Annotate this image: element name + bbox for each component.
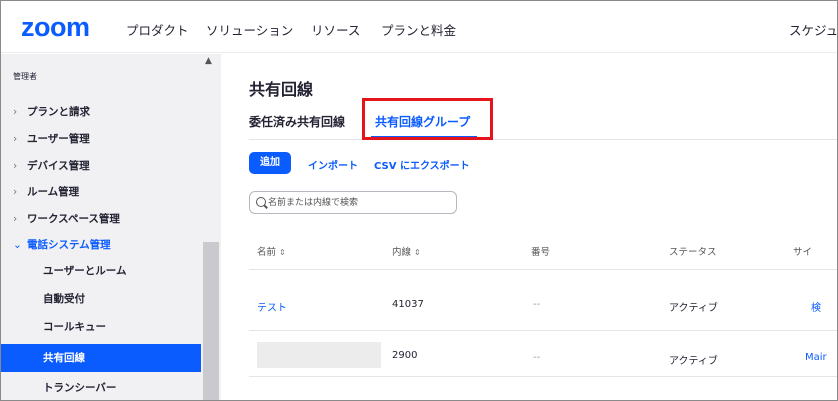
- redacted-name: [257, 342, 381, 368]
- nav-products[interactable]: プロダクト: [126, 20, 189, 39]
- sidebar-section-label: 管理者: [13, 72, 37, 81]
- row-site-link[interactable]: 検: [811, 299, 821, 314]
- import-button[interactable]: インポート: [308, 157, 358, 172]
- sort-icon[interactable]: ⇕: [414, 248, 421, 257]
- scrollbar-thumb[interactable]: [203, 242, 219, 400]
- page-title: 共有回線: [249, 80, 314, 99]
- app-window: zoom プロダクト ソリューション リソース プランと料金 スケジュ 管理者 …: [0, 0, 838, 401]
- row-extension: 41037: [392, 299, 424, 310]
- sidebar-item-workspace-management[interactable]: › ワークスペース管理: [13, 211, 120, 226]
- search-input[interactable]: [268, 195, 448, 210]
- column-header-site: サイ: [793, 247, 813, 258]
- column-header-extension[interactable]: 内線 ⇕: [392, 244, 421, 258]
- row-number: --: [533, 352, 541, 363]
- scroll-up-icon[interactable]: ▲: [205, 56, 212, 66]
- zoom-logo[interactable]: zoom: [21, 13, 90, 41]
- sidebar-subitem-users-rooms[interactable]: ユーザーとルーム: [1, 257, 201, 285]
- chevron-right-icon: ›: [13, 160, 18, 172]
- header-divider: [249, 269, 837, 270]
- sidebar-subitem-shared-lines[interactable]: 共有回線: [1, 344, 201, 372]
- column-header-name[interactable]: 名前 ⇕: [257, 244, 286, 258]
- column-header-status: ステータス: [669, 247, 717, 258]
- sidebar-subitem-call-queue[interactable]: コールキュー: [1, 313, 201, 341]
- chevron-right-icon: ›: [13, 186, 18, 198]
- sidebar-item-plans-billing[interactable]: › プランと請求: [13, 104, 90, 119]
- tab-delegated-shared-lines[interactable]: 委任済み共有回線: [249, 113, 345, 130]
- chevron-right-icon: ›: [13, 106, 18, 118]
- sidebar-item-room-management[interactable]: › ルーム管理: [13, 184, 79, 199]
- column-header-label: 内線: [392, 247, 412, 258]
- nav-resources[interactable]: リソース: [311, 20, 360, 39]
- row-divider: [249, 376, 837, 377]
- nav-solutions[interactable]: ソリューション: [206, 20, 293, 39]
- annotation-highlight-box: [362, 98, 493, 140]
- sidebar-item-user-management[interactable]: › ユーザー管理: [13, 131, 90, 146]
- sidebar-item-label: プランと請求: [27, 106, 90, 118]
- column-header-label: 名前: [257, 247, 277, 258]
- sidebar-item-phone-system-management[interactable]: ⌄ 電話システム管理: [13, 237, 111, 252]
- nav-plans-pricing[interactable]: プランと料金: [381, 20, 456, 39]
- row-site-link[interactable]: Mair: [805, 352, 827, 363]
- row-name-link[interactable]: テスト: [257, 299, 287, 314]
- sidebar-item-label: ワークスペース管理: [27, 213, 120, 225]
- main-content: 共有回線 委任済み共有回線 共有回線グループ 追加 インポート CSV にエクス…: [221, 54, 837, 400]
- sidebar-subitem-transceiver[interactable]: トランシーバー: [1, 374, 201, 400]
- sidebar-item-label: ルーム管理: [27, 186, 80, 198]
- sidebar-item-label: 電話システム管理: [27, 239, 111, 251]
- row-extension: 2900: [392, 350, 418, 361]
- add-button[interactable]: 追加: [249, 152, 291, 174]
- column-header-number: 番号: [531, 247, 551, 258]
- row-divider: [249, 330, 837, 331]
- search-box[interactable]: [249, 191, 457, 214]
- search-icon: [256, 197, 266, 207]
- tabs-divider: [249, 139, 837, 140]
- nav-schedule[interactable]: スケジュ: [789, 20, 837, 39]
- export-csv-button[interactable]: CSV にエクスポート: [374, 157, 470, 172]
- sidebar-item-label: デバイス管理: [27, 160, 90, 172]
- chevron-right-icon: ›: [13, 133, 18, 145]
- sidebar-item-label: ユーザー管理: [27, 133, 90, 145]
- sidebar-item-device-management[interactable]: › デバイス管理: [13, 158, 90, 173]
- row-number: --: [533, 299, 541, 310]
- sort-icon[interactable]: ⇕: [279, 248, 286, 257]
- chevron-down-icon: ⌄: [13, 239, 22, 251]
- sidebar: 管理者 › プランと請求 › ユーザー管理 › デバイス管理 › ルーム管理 › ワークス…: [1, 54, 221, 400]
- row-status: アクティブ: [669, 303, 718, 314]
- row-status: アクティブ: [669, 356, 718, 367]
- top-nav: zoom プロダクト ソリューション リソース プランと料金 スケジュ: [1, 1, 837, 53]
- sidebar-subitem-auto-receptionist[interactable]: 自動受付: [1, 285, 201, 313]
- chevron-right-icon: ›: [13, 213, 18, 225]
